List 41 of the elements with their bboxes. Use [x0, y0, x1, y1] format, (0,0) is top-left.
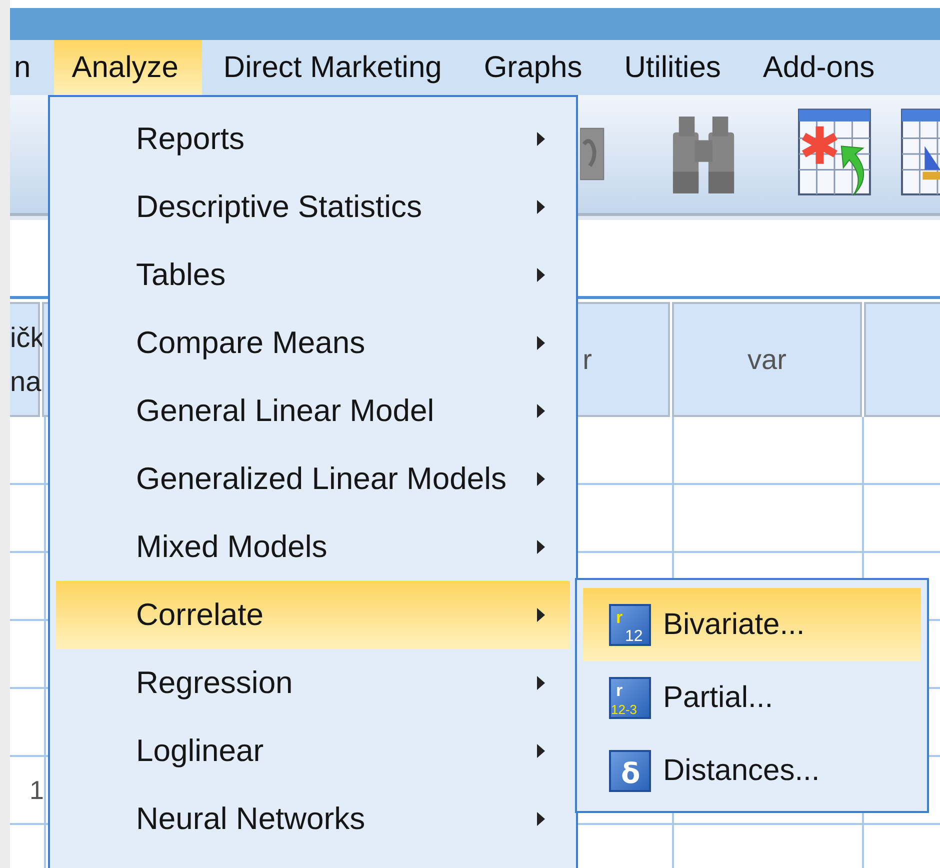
menu-item[interactable]: Descriptive Statistics: [56, 173, 570, 241]
delta-icon: δ: [609, 750, 651, 792]
column-header[interactable]: var: [672, 302, 862, 417]
menu-item-label: Regression: [136, 665, 293, 701]
menu-item[interactable]: Compare Means: [56, 309, 570, 377]
menu-item[interactable]: Direct Marketing: [202, 40, 463, 95]
menu-item[interactable]: Reports: [56, 105, 570, 173]
menu-item[interactable]: Graphs: [462, 40, 604, 95]
menu-item[interactable]: Loglinear: [56, 717, 570, 785]
menu-item[interactable]: Mixed Models: [56, 513, 570, 581]
menu-item[interactable]: Neural Networks: [56, 785, 570, 853]
menu-item[interactable]: δ Distances...: [583, 734, 921, 807]
menu-item-label: Neural Networks: [136, 801, 366, 837]
menu-item[interactable]: Utilities: [603, 40, 742, 95]
menu-item-label: Bivariate...: [663, 608, 805, 642]
menu-item[interactable]: n: [10, 40, 54, 95]
menu-item-label: Tables: [136, 257, 226, 293]
cell-value: 1: [30, 774, 44, 806]
menu-item[interactable]: Analyze: [54, 40, 202, 95]
menu-item-label: Mixed Models: [136, 529, 328, 565]
coefficient-icon: r 12: [609, 604, 651, 646]
menu-item-label: Compare Means: [136, 325, 366, 361]
menu-item-label: General Linear Model: [136, 393, 434, 429]
menu-item[interactable]: Regression: [56, 649, 570, 717]
menu-item[interactable]: Add-ons: [742, 40, 896, 95]
menu-item[interactable]: r 12 Bivariate...: [583, 588, 921, 661]
menu-item[interactable]: Correlate: [56, 581, 570, 649]
coefficient-icon: r 12-3: [609, 676, 651, 718]
menu-item-label: Reports: [136, 121, 245, 157]
menu-item[interactable]: r 12-3 Partial...: [583, 661, 921, 734]
menu-item[interactable]: Generalized Linear Models: [56, 445, 570, 513]
menu-item-label: Descriptive Statistics: [136, 189, 422, 225]
menu-item-label: Partial...: [663, 680, 774, 714]
menu-item[interactable]: Tables: [56, 241, 570, 309]
menu-item-label: Generalized Linear Models: [136, 461, 506, 497]
menu-item-label: Loglinear: [136, 733, 264, 769]
menu-item[interactable]: General Linear Model: [56, 377, 570, 445]
menu-item-label: Distances...: [663, 754, 820, 788]
column-header[interactable]: ičk na: [10, 302, 40, 417]
menu-item-label: Correlate: [136, 597, 264, 633]
binoculars-icon[interactable]: [670, 114, 736, 194]
